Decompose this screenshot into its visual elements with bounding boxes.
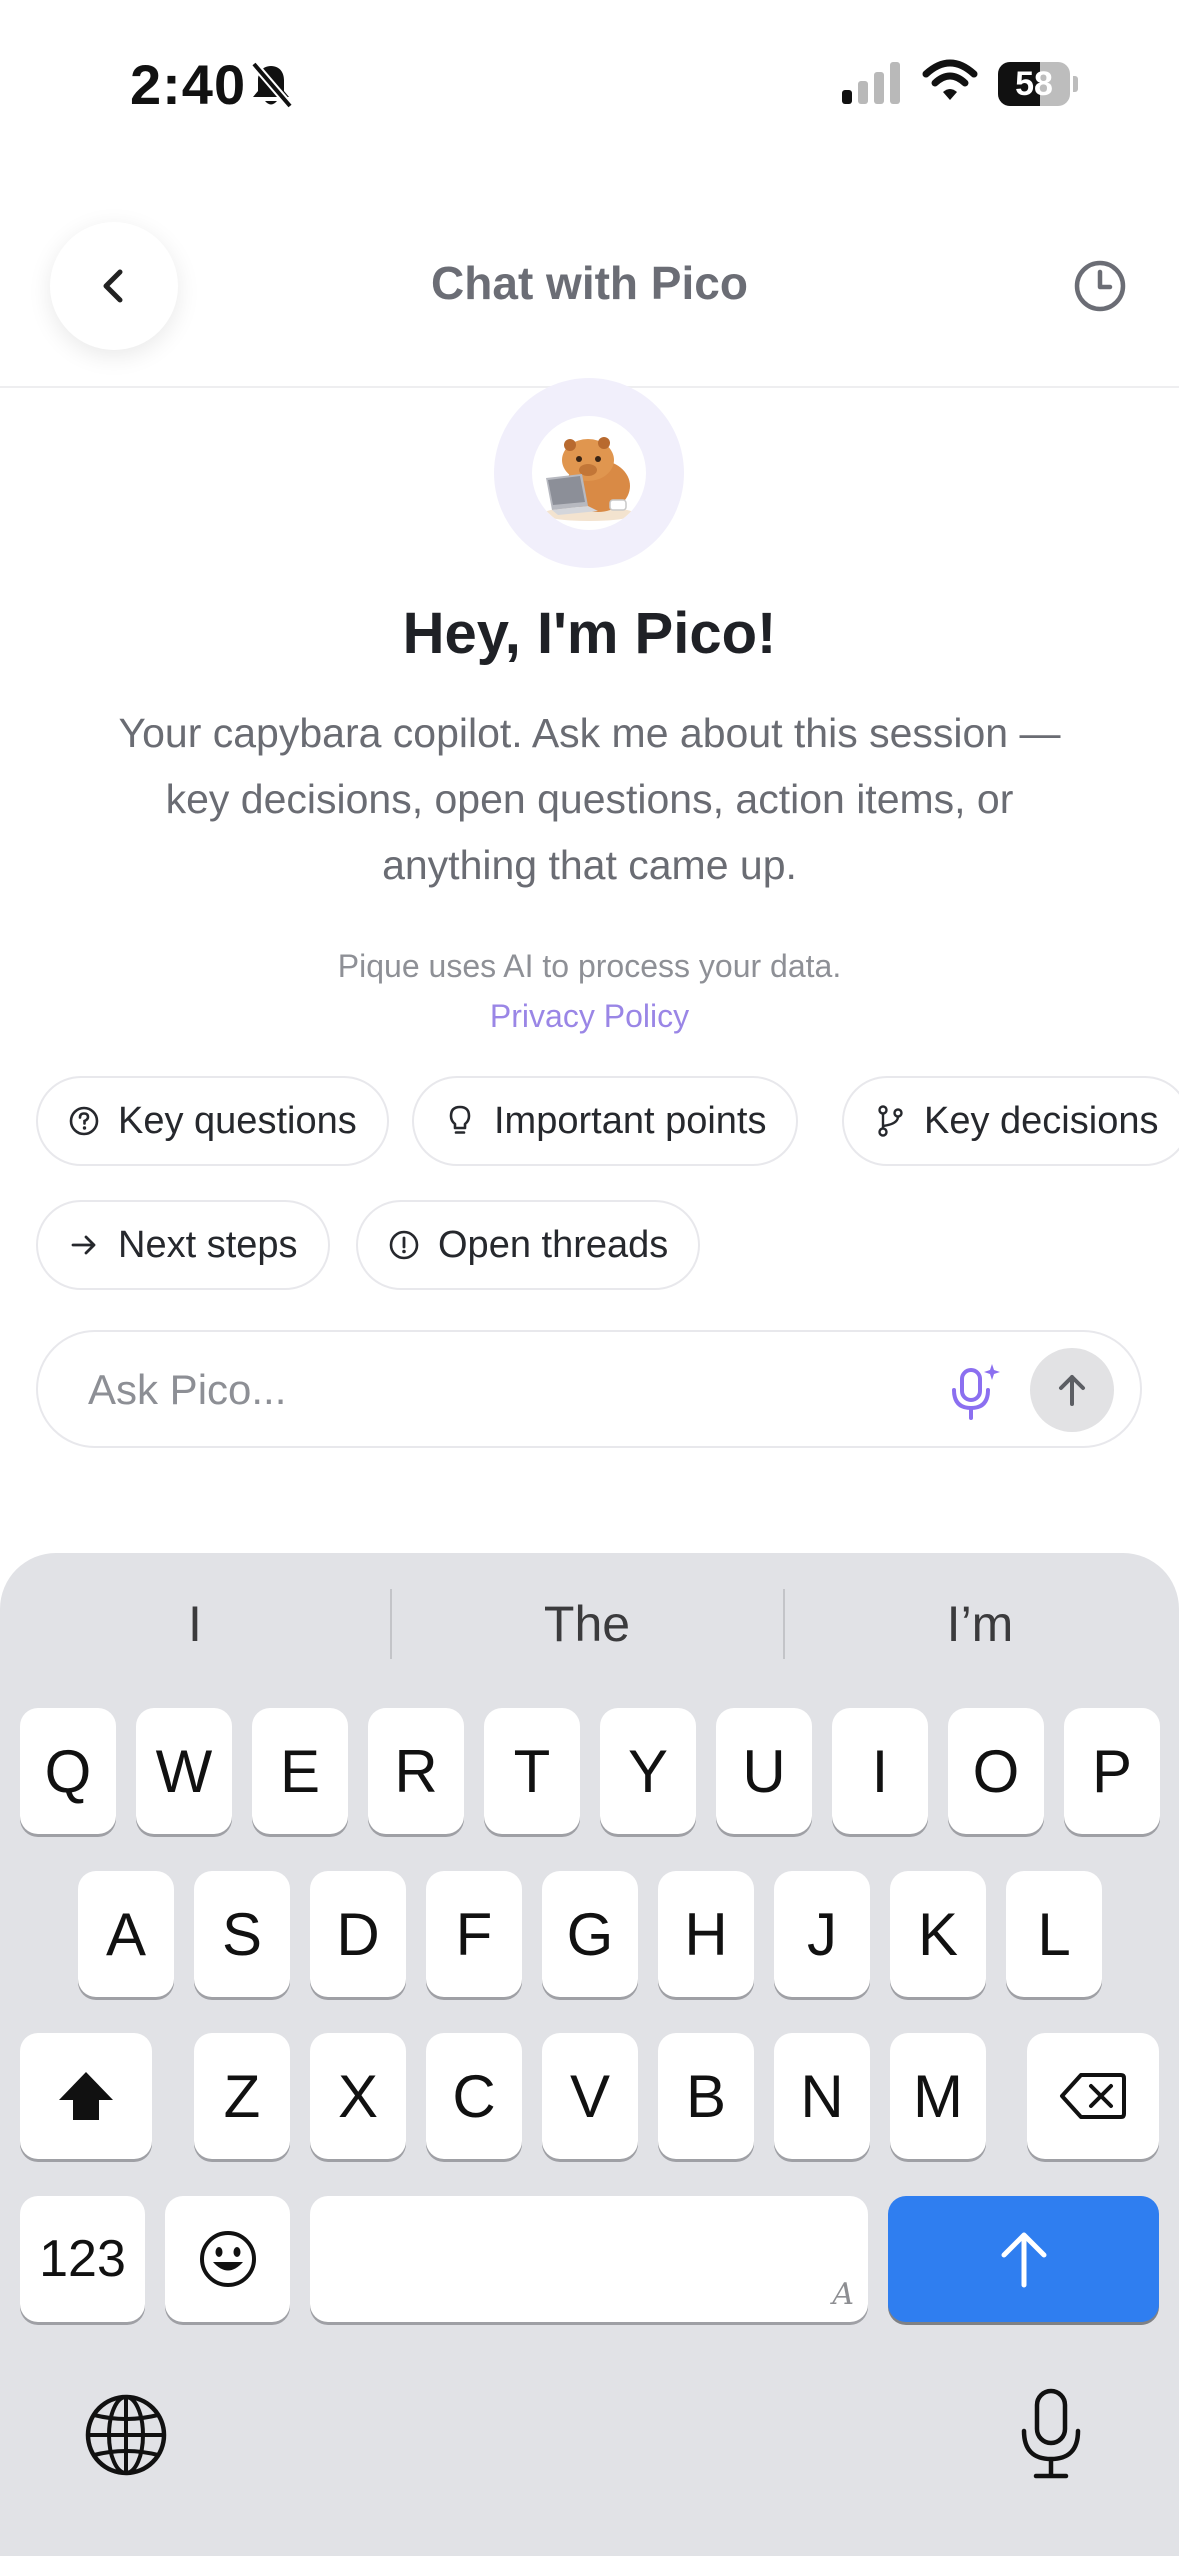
key-v[interactable]: V: [542, 2033, 638, 2159]
battery-indicator: 58: [998, 62, 1078, 106]
chip-important-points[interactable]: Important points: [412, 1076, 799, 1166]
numbers-key[interactable]: 123: [20, 2196, 145, 2322]
key-z[interactable]: Z: [194, 2033, 290, 2159]
chip-label: Key decisions: [924, 1099, 1159, 1142]
send-button[interactable]: [1030, 1348, 1114, 1432]
question-circle-icon: [69, 1106, 99, 1136]
space-key-hint: A: [832, 2277, 854, 2312]
suggestion-1[interactable]: I: [0, 1595, 390, 1653]
key-k[interactable]: K: [890, 1871, 986, 1997]
emoji-key[interactable]: [165, 2196, 290, 2322]
emoji-icon: [199, 2231, 256, 2287]
key-y[interactable]: Y: [600, 1708, 696, 1834]
space-key[interactable]: A: [310, 2196, 868, 2322]
ai-disclaimer: Pique uses AI to process your data.: [337, 948, 842, 984]
key-i[interactable]: I: [832, 1708, 928, 1834]
ask-pico-input[interactable]: Ask Pico...: [36, 1330, 1142, 1448]
shift-key[interactable]: [20, 2033, 152, 2159]
privacy-policy-link[interactable]: Privacy Policy: [0, 998, 1179, 1035]
key-t[interactable]: T: [484, 1708, 580, 1834]
suggestion-3[interactable]: I’m: [785, 1595, 1175, 1653]
chip-key-questions[interactable]: Key questions: [36, 1076, 389, 1166]
key-r[interactable]: R: [368, 1708, 464, 1834]
chip-label: Open threads: [438, 1223, 669, 1266]
dictation-mic-icon[interactable]: [1018, 2387, 1084, 2481]
key-n[interactable]: N: [774, 2033, 870, 2159]
key-a[interactable]: A: [78, 1871, 174, 1997]
chip-label: Important points: [494, 1099, 767, 1142]
chip-next-steps[interactable]: Next steps: [36, 1200, 330, 1290]
branch-icon: [878, 1105, 903, 1137]
voice-ai-mic-icon[interactable]: [948, 1362, 1004, 1422]
key-d[interactable]: D: [310, 1871, 406, 1997]
chip-key-decisions[interactable]: Key decisions: [842, 1076, 1179, 1166]
key-q[interactable]: Q: [20, 1708, 116, 1834]
key-e[interactable]: E: [252, 1708, 348, 1834]
bell-muted-icon: [250, 61, 294, 109]
key-l[interactable]: L: [1006, 1871, 1102, 1997]
key-f[interactable]: F: [426, 1871, 522, 1997]
key-h[interactable]: H: [658, 1871, 754, 1997]
key-p[interactable]: P: [1064, 1708, 1160, 1834]
delete-key[interactable]: [1027, 2033, 1159, 2159]
status-time: 2:40: [130, 53, 247, 116]
greeting-heading: Hey, I'm Pico!: [402, 601, 777, 666]
return-key[interactable]: [888, 2196, 1159, 2322]
arrow-up-icon: [1001, 2232, 1046, 2288]
backspace-icon: [1060, 2073, 1126, 2119]
alert-circle-icon: [389, 1230, 419, 1260]
key-x[interactable]: X: [310, 2033, 406, 2159]
shift-arrow-icon: [59, 2072, 113, 2120]
key-u[interactable]: U: [716, 1708, 812, 1834]
input-placeholder: Ask Pico...: [88, 1366, 287, 1413]
key-s[interactable]: S: [194, 1871, 290, 1997]
chip-label: Key questions: [118, 1099, 357, 1142]
wifi-icon: [922, 59, 978, 100]
signal-icon: [842, 62, 900, 104]
chip-open-threads[interactable]: Open threads: [356, 1200, 701, 1290]
key-g[interactable]: G: [542, 1871, 638, 1997]
history-clock-icon[interactable]: [1070, 256, 1130, 316]
suggestion-2[interactable]: The: [392, 1595, 782, 1653]
key-j[interactable]: J: [774, 1871, 870, 1997]
arrow-up-icon: [1059, 1375, 1085, 1406]
key-m[interactable]: M: [890, 2033, 986, 2159]
key-o[interactable]: O: [948, 1708, 1044, 1834]
page-title: Chat with Pico: [431, 257, 748, 309]
capybara-laptop-icon: [543, 437, 635, 521]
intro-description: Your capybara copilot. Ask me about this…: [118, 710, 1061, 888]
lightbulb-icon: [449, 1105, 471, 1134]
chip-label: Next steps: [118, 1223, 298, 1266]
onscreen-keyboard: I The I’m Q W E R T Y U I O P A S D F G …: [0, 1553, 1179, 2556]
key-c[interactable]: C: [426, 2033, 522, 2159]
pico-avatar: [494, 378, 684, 568]
arrow-right-icon: [71, 1235, 96, 1255]
key-w[interactable]: W: [136, 1708, 232, 1834]
globe-icon[interactable]: [84, 2393, 168, 2477]
battery-percent: 58: [1015, 65, 1053, 103]
key-b[interactable]: B: [658, 2033, 754, 2159]
